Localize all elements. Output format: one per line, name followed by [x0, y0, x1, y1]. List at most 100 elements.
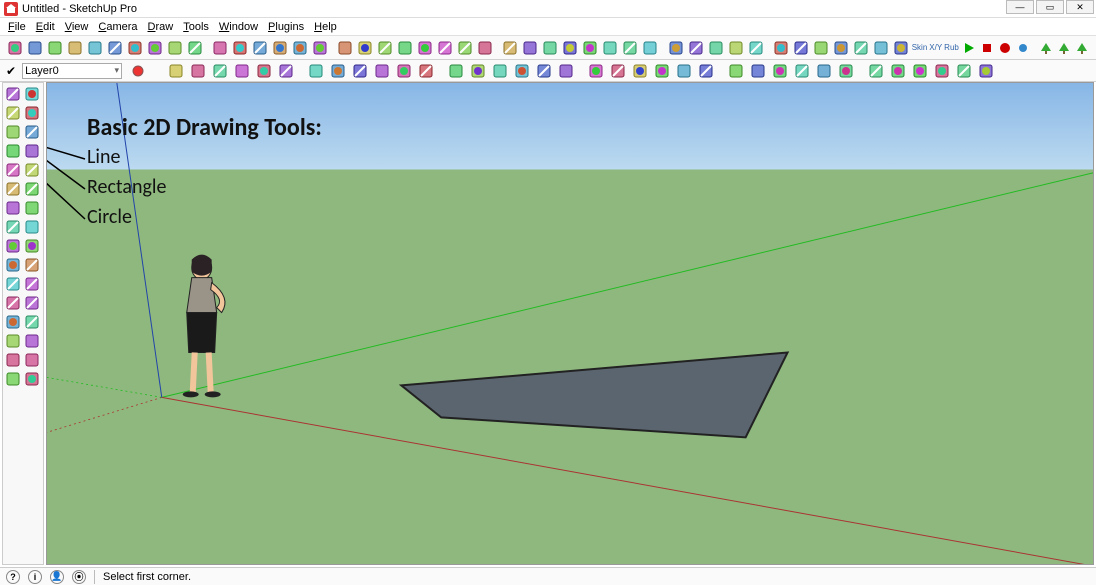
tb-tree3-icon[interactable] — [892, 38, 910, 58]
tb-layers-icon[interactable] — [707, 38, 725, 58]
tb2-y3-icon[interactable] — [350, 61, 370, 81]
tool-paint-icon[interactable] — [23, 85, 41, 103]
tool-rect-icon[interactable] — [4, 104, 22, 122]
tb-xray-icon[interactable] — [601, 38, 619, 58]
tool-eraser-icon[interactable] — [23, 104, 41, 122]
tb2-match-icon[interactable] — [254, 61, 274, 81]
tb2-align-icon[interactable] — [276, 61, 296, 81]
menu-window[interactable]: Window — [215, 20, 262, 34]
tb-top-icon[interactable] — [416, 38, 434, 58]
tb2-sphere3-icon[interactable] — [556, 61, 576, 81]
label_skin[interactable]: Skin — [912, 44, 928, 52]
tb-tree2-icon[interactable] — [872, 38, 890, 58]
tb2-diamond-icon[interactable] — [468, 61, 488, 81]
tb-tree1-icon[interactable] — [1038, 38, 1054, 58]
minimize-button[interactable]: — — [1006, 0, 1034, 14]
tb2-y5-icon[interactable] — [394, 61, 414, 81]
tb-sec3-icon[interactable] — [667, 38, 685, 58]
tool-arc-icon[interactable] — [4, 161, 22, 179]
viewport[interactable]: Basic 2D Drawing Tools: Line Rectangle C… — [46, 82, 1094, 565]
tb-tape-icon[interactable] — [311, 38, 329, 58]
tb-front-icon[interactable] — [436, 38, 454, 58]
tb-cut-icon[interactable] — [66, 38, 84, 58]
tb2-house1-icon[interactable] — [770, 61, 790, 81]
tb-persp-icon[interactable] — [476, 38, 494, 58]
tool-pushpull-icon[interactable] — [4, 199, 22, 217]
tool-offset-icon[interactable] — [23, 218, 41, 236]
tb-iso1-icon[interactable] — [336, 38, 354, 58]
tool-polygon-icon[interactable] — [23, 142, 41, 160]
layer-select[interactable]: Layer0 ▾ — [22, 63, 122, 79]
tb2-globe-icon[interactable] — [674, 61, 694, 81]
tb2-moon-icon[interactable] — [652, 61, 672, 81]
layer-visible-check[interactable]: ✔ — [6, 64, 16, 78]
tb-dot-icon[interactable] — [832, 38, 850, 58]
user-icon[interactable]: 👤 — [50, 570, 64, 584]
close-button[interactable]: ✕ — [1066, 0, 1094, 14]
info-icon[interactable]: i — [28, 570, 42, 584]
tb-save-icon[interactable] — [46, 38, 64, 58]
tool-tape-icon[interactable] — [4, 237, 22, 255]
tb-open-icon[interactable] — [26, 38, 44, 58]
tb-stop-icon[interactable] — [979, 38, 995, 58]
layer-color-icon[interactable] — [128, 61, 148, 81]
tb2-sphere4-icon[interactable] — [586, 61, 606, 81]
tb-iso2-icon[interactable] — [356, 38, 374, 58]
tb2-y1-icon[interactable] — [306, 61, 326, 81]
tb-arc2-icon[interactable] — [231, 38, 249, 58]
menu-help[interactable]: Help — [310, 20, 341, 34]
tool-circle-icon[interactable] — [4, 142, 22, 160]
tb2-undo2-icon[interactable] — [166, 61, 186, 81]
tb-iso3-icon[interactable] — [376, 38, 394, 58]
tb-dot-icon[interactable] — [1015, 38, 1031, 58]
tb-dims-icon[interactable] — [271, 38, 289, 58]
tb2-paint2-icon[interactable] — [748, 61, 768, 81]
tool-position-cam-icon[interactable] — [4, 351, 22, 369]
label_xy[interactable]: X/Y — [929, 44, 942, 52]
tb2-sphere2-icon[interactable] — [534, 61, 554, 81]
tb-play-icon[interactable] — [961, 38, 977, 58]
tb-sec1-icon[interactable] — [621, 38, 639, 58]
tool-text-icon[interactable] — [4, 256, 22, 274]
tool-dimension-icon[interactable] — [23, 237, 41, 255]
tb-model-icon[interactable] — [186, 38, 204, 58]
tb-mono-icon[interactable] — [581, 38, 599, 58]
tb2-sphere5-icon[interactable] — [608, 61, 628, 81]
tb-redo-icon[interactable] — [146, 38, 164, 58]
tool-freehand-icon[interactable] — [23, 161, 41, 179]
tb-line-red-icon[interactable] — [251, 38, 269, 58]
tb2-gray-icon[interactable] — [976, 61, 996, 81]
menu-draw[interactable]: Draw — [144, 20, 178, 34]
tool-followme-icon[interactable] — [23, 199, 41, 217]
tool-zoom-icon[interactable] — [4, 313, 22, 331]
tb-rec-icon[interactable] — [812, 38, 830, 58]
menu-camera[interactable]: Camera — [94, 20, 141, 34]
tb-new-icon[interactable] — [6, 38, 24, 58]
tb2-star-icon[interactable] — [210, 61, 230, 81]
tool-pencil-icon[interactable] — [4, 123, 22, 141]
label_rub[interactable]: Rub — [944, 44, 959, 52]
tb2-redo2-icon[interactable] — [188, 61, 208, 81]
tool-3dtext-icon[interactable] — [23, 256, 41, 274]
tb-iso4-icon[interactable] — [396, 38, 414, 58]
tb2-y6-icon[interactable] — [416, 61, 436, 81]
menu-view[interactable]: View — [61, 20, 93, 34]
tb2-grid-icon[interactable] — [446, 61, 466, 81]
tb2-sun-icon[interactable] — [630, 61, 650, 81]
tb-side-icon[interactable] — [456, 38, 474, 58]
tb2-house3-icon[interactable] — [814, 61, 834, 81]
tb-wire-icon[interactable] — [501, 38, 519, 58]
tb-fog-icon[interactable] — [747, 38, 765, 58]
tool-walk-icon[interactable] — [4, 370, 22, 388]
tool-scale-icon[interactable] — [4, 218, 22, 236]
tb-tree1-icon[interactable] — [852, 38, 870, 58]
tb2-rect2-icon[interactable] — [910, 61, 930, 81]
maximize-button[interactable]: ▭ — [1036, 0, 1064, 14]
tb-text-icon[interactable] — [291, 38, 309, 58]
tool-zoom-extents-icon[interactable] — [4, 332, 22, 350]
tb-sec4-icon[interactable] — [687, 38, 705, 58]
geo-icon[interactable]: ⦿ — [72, 570, 86, 584]
tb-shadows-icon[interactable] — [727, 38, 745, 58]
tb-print-icon[interactable] — [166, 38, 184, 58]
tool-rotate-icon[interactable] — [23, 180, 41, 198]
